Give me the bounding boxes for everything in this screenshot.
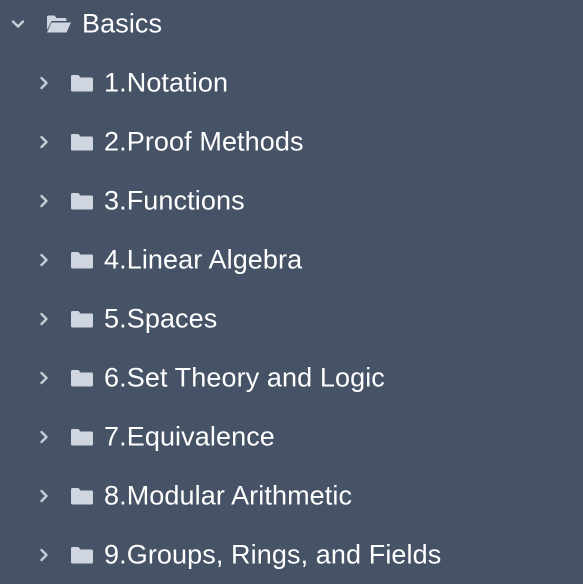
tree-item-7[interactable]: 7.Equivalence (0, 417, 583, 457)
tree-item-label: 1.Notation (104, 67, 229, 98)
chevron-right-icon[interactable] (36, 429, 52, 445)
tree-item-label: 3.Functions (104, 185, 245, 216)
chevron-down-icon[interactable] (10, 16, 26, 32)
chevron-right-icon[interactable] (36, 75, 52, 91)
tree-item-label: 7.Equivalence (104, 421, 275, 452)
tree-item-label: Basics (82, 8, 163, 39)
chevron-right-icon[interactable] (36, 193, 52, 209)
tree-item-9[interactable]: 9.Groups, Rings, and Fields (0, 535, 583, 575)
file-tree: Basics 1.Notation 2.Proof Methods 3.Func… (0, 0, 583, 584)
chevron-right-icon[interactable] (36, 488, 52, 504)
tree-item-label: 8.Modular Arithmetic (104, 480, 353, 511)
chevron-right-icon[interactable] (36, 252, 52, 268)
folder-icon (70, 486, 94, 506)
chevron-right-icon[interactable] (36, 311, 52, 327)
tree-item-6[interactable]: 6.Set Theory and Logic (0, 358, 583, 398)
tree-item-2[interactable]: 2.Proof Methods (0, 122, 583, 162)
folder-icon (70, 427, 94, 447)
folder-open-icon (46, 14, 72, 34)
tree-item-4[interactable]: 4.Linear Algebra (0, 240, 583, 280)
tree-item-label: 9.Groups, Rings, and Fields (104, 539, 442, 570)
folder-icon (70, 132, 94, 152)
tree-item-basics[interactable]: Basics (0, 4, 583, 44)
tree-item-5[interactable]: 5.Spaces (0, 299, 583, 339)
folder-icon (70, 73, 94, 93)
tree-item-1[interactable]: 1.Notation (0, 63, 583, 103)
chevron-right-icon[interactable] (36, 370, 52, 386)
tree-item-3[interactable]: 3.Functions (0, 181, 583, 221)
tree-item-label: 2.Proof Methods (104, 126, 304, 157)
folder-icon (70, 250, 94, 270)
folder-icon (70, 368, 94, 388)
folder-icon (70, 191, 94, 211)
folder-icon (70, 545, 94, 565)
tree-item-label: 4.Linear Algebra (104, 244, 303, 275)
chevron-right-icon[interactable] (36, 547, 52, 563)
tree-item-8[interactable]: 8.Modular Arithmetic (0, 476, 583, 516)
folder-icon (70, 309, 94, 329)
tree-item-label: 6.Set Theory and Logic (104, 362, 385, 393)
tree-item-label: 5.Spaces (104, 303, 218, 334)
chevron-right-icon[interactable] (36, 134, 52, 150)
